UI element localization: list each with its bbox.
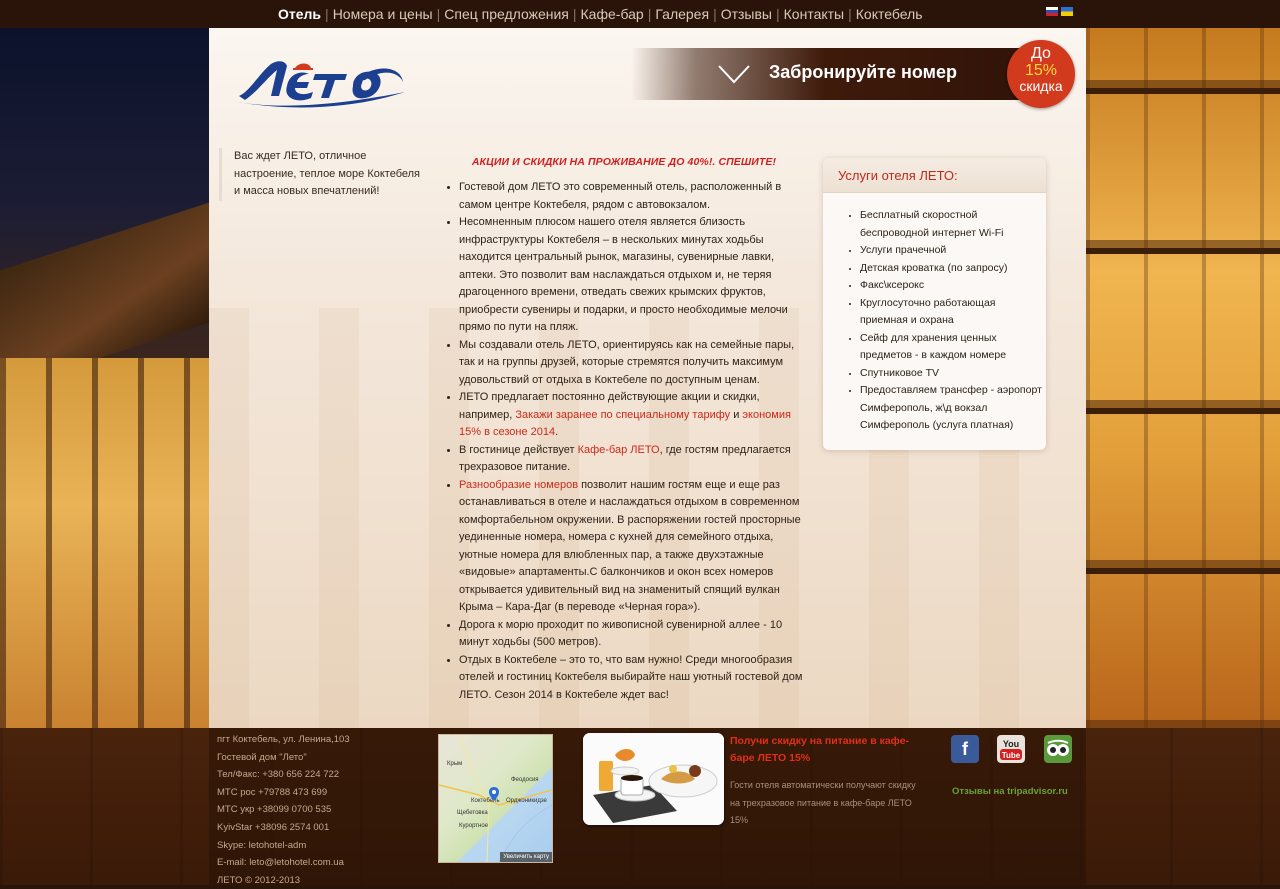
book-room-banner[interactable]: Забронируйте номер	[631, 48, 1061, 100]
list-item: Отдых в Коктебеле – это то, что вам нужн…	[459, 652, 804, 705]
hotel-description-list: Гостевой дом ЛЕТО это современный отель,…	[444, 179, 804, 704]
service-item: Услуги прачечной	[860, 242, 1046, 260]
list-item: Гостевой дом ЛЕТО это современный отель,…	[459, 179, 804, 214]
service-item: Предоставляем трансфер - аэропорт Симфер…	[860, 382, 1046, 435]
svg-text:Tube: Tube	[1002, 751, 1021, 760]
list-item: Несомненным плюсом нашего отеля является…	[459, 214, 804, 337]
phone-kyivstar: KyivStar +38096 2574 001	[217, 821, 330, 833]
map-pin-icon	[489, 787, 499, 801]
facebook-icon[interactable]: f	[951, 735, 979, 763]
copyright: ЛЕТО © 2012-2013	[217, 874, 301, 886]
top-navigation: Отель | Номера и цены | Спец предложения | Каф…	[0, 0, 1280, 28]
list-item: ЛЕТО предлагает постоянно действующие ак…	[459, 389, 804, 442]
location-map[interactable]: Крым Феодосия Коктебель Орджоникидзе Щеб…	[438, 734, 553, 863]
email: E-mail: leto@letohotel.com.ua	[217, 857, 344, 869]
breakfast-image	[583, 733, 724, 825]
list-item: Дорога к морю проходит по живописной сув…	[459, 617, 804, 652]
main-content: АКЦИИ И СКИДКИ НА ПРОЖИВАНИЕ ДО 40%!. СП…	[444, 156, 804, 704]
nav-item-reviews[interactable]: Отзывы	[721, 6, 772, 22]
address: пгт Коктебель, ул. Ленина,103	[217, 734, 350, 745]
cafe-bar-link[interactable]: Кафе-бар ЛЕТО	[578, 444, 660, 456]
map-label: Феодосия	[511, 777, 539, 783]
nav-item-gallery[interactable]: Галерея	[655, 6, 709, 22]
nav-item-special-offers[interactable]: Спец предложения	[444, 6, 569, 22]
service-item: Факс\ксерокс	[860, 277, 1046, 295]
phone-fax: Тел/Факс: +380 656 224 722	[217, 769, 340, 781]
ua-flag-icon[interactable]	[1061, 7, 1073, 16]
map-label: Курортное	[459, 823, 489, 829]
map-label: Орджоникидзе	[506, 798, 547, 804]
enlarge-map-button[interactable]: Увеличить карту	[500, 852, 552, 862]
list-item: В гостинице действует Кафе-бар ЛЕТО, где…	[459, 442, 804, 477]
early-booking-link[interactable]: Закажи заранее по специальному тарифу	[515, 409, 730, 421]
svg-text:You: You	[1003, 739, 1019, 749]
nav-item-koktebel[interactable]: Коктебель	[856, 6, 923, 22]
hotel-name: Гостевой дом "Лето"	[217, 751, 307, 763]
services-title: Услуги отеля ЛЕТО:	[823, 158, 1046, 193]
language-switcher	[1046, 7, 1076, 19]
owl-icon	[1047, 739, 1069, 756]
service-item: Детская кроватка (по запросу)	[860, 260, 1046, 278]
service-item: Сейф для хранения ценных предметов - в к…	[860, 330, 1046, 365]
promo-heading: АКЦИИ И СКИДКИ НА ПРОЖИВАНИЕ ДО 40%!. СП…	[471, 156, 777, 168]
book-room-label: Забронируйте номер	[769, 62, 957, 82]
list-item: Мы создавали отель ЛЕТО, ориентируясь ка…	[459, 337, 804, 390]
background-building-left	[0, 28, 230, 728]
food-discount-text: Гости отеля автоматически получают скидк…	[730, 780, 916, 825]
nav-item-cafe-bar[interactable]: Кафе-бар	[581, 6, 644, 22]
youtube-icon[interactable]: You Tube	[997, 735, 1025, 763]
services-list: Бесплатный скоростной беспроводной интер…	[823, 207, 1046, 435]
skype: Skype: letohotel-adm	[217, 839, 307, 851]
phone-mts-ua: МТС укр +38099 0700 535	[217, 804, 332, 816]
tripadvisor-icon[interactable]	[1044, 735, 1072, 763]
background-building-right	[1086, 28, 1280, 728]
hotel-services-box: Услуги отеля ЛЕТО: Бесплатный скоростной…	[823, 158, 1046, 450]
nav-item-contacts[interactable]: Контакты	[784, 6, 844, 22]
phone-mts-ru: МТС рос +79788 473 699	[217, 786, 328, 798]
room-variety-link[interactable]: Разнообразие номеров	[459, 479, 578, 491]
discount-badge[interactable]: До 15% скидка	[1007, 40, 1075, 108]
nav-item-rooms-prices[interactable]: Номера и цены	[333, 6, 433, 22]
map-label: Щебетовка	[457, 810, 488, 816]
list-item: Разнообразие номеров позволит нашим гост…	[459, 477, 804, 617]
intro-text: Вас ждет ЛЕТО, отличное настроение, тепл…	[219, 148, 424, 201]
food-discount-title[interactable]: Получи скидку на питание в кафе-баре ЛЕТ…	[730, 733, 920, 767]
footer-contacts: пгт Коктебель, ул. Ленина,103 Гостевой д…	[217, 731, 350, 889]
nav-menu: Отель | Номера и цены | Спец предложения | Каф…	[278, 6, 923, 22]
service-item: Спутниковое TV	[860, 365, 1046, 383]
chevron-down-icon	[718, 65, 750, 84]
tripadvisor-reviews-link[interactable]: Отзывы на tripadvisor.ru	[952, 786, 1068, 797]
nav-item-hotel[interactable]: Отель	[278, 6, 321, 22]
ru-flag-icon[interactable]	[1046, 7, 1058, 16]
cafe-food-image[interactable]	[583, 733, 724, 825]
youtube-logo: You Tube	[1000, 739, 1022, 760]
map-label: Крым	[447, 761, 463, 767]
leto-logo[interactable]	[235, 52, 407, 108]
service-item: Круглосуточно работающая приемная и охра…	[860, 295, 1046, 330]
service-item: Бесплатный скоростной беспроводной интер…	[860, 207, 1046, 242]
